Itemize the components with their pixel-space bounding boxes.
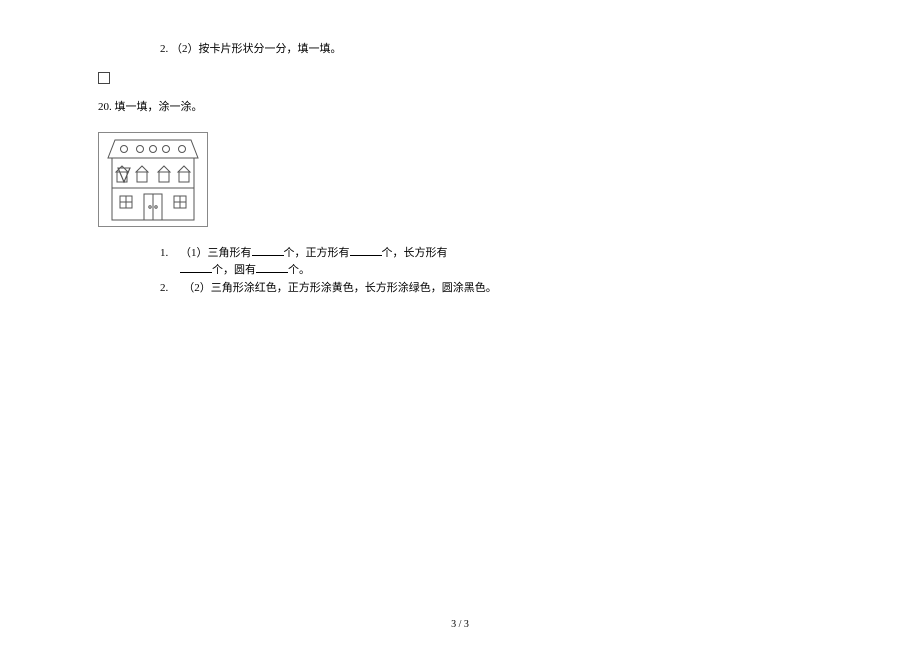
sub1-frag-d: 个，圆有 (212, 264, 256, 276)
sub-item-2: 2. （2）三角形涂红色，正方形涂黄色，长方形涂绿色，圆涂黑色。 (160, 280, 500, 297)
sub1-frag-b: 个，正方形有 (284, 247, 350, 259)
page-number: 3 / 3 (0, 619, 920, 630)
blank-circle (256, 262, 288, 273)
item-2: 2. （2）按卡片形状分一分，填一填。 (160, 40, 830, 56)
q20-text: 填一填，涂一涂。 (115, 101, 203, 113)
item-2-text: （2）按卡片形状分一分，填一填。 (171, 43, 342, 55)
q20-num: 20. (98, 101, 112, 113)
sub2-text: （2）三角形涂红色，正方形涂黄色，长方形涂绿色，圆涂黑色。 (180, 280, 500, 297)
sub1-text: （1）三角形有 个，正方形有 个，长方形有 个，圆有 个。 (180, 245, 500, 278)
house-icon (98, 132, 208, 227)
blank-square (350, 245, 382, 256)
sub1-num: 1. (160, 245, 180, 278)
item-2-num: 2. (160, 43, 168, 55)
sub2-num: 2. (160, 280, 180, 297)
small-square-icon (98, 72, 110, 84)
house-figure (98, 132, 830, 227)
blank-triangle (252, 245, 284, 256)
sub-item-1: 1. （1）三角形有 个，正方形有 个，长方形有 个，圆有 个。 (160, 245, 500, 278)
blank-rect (180, 262, 212, 273)
page-content: 2. （2）按卡片形状分一分，填一填。 20. 填一填，涂一涂。 (0, 0, 920, 297)
sub-questions: 1. （1）三角形有 个，正方形有 个，长方形有 个，圆有 个。 2. （2）三角形涂… (160, 245, 500, 297)
sub1-frag-e: 个。 (288, 264, 310, 276)
sub1-frag-c: 个，长方形有 (382, 247, 448, 259)
question-20: 20. 填一填，涂一涂。 (98, 98, 830, 114)
sub1-frag-a: （1）三角形有 (180, 247, 252, 259)
